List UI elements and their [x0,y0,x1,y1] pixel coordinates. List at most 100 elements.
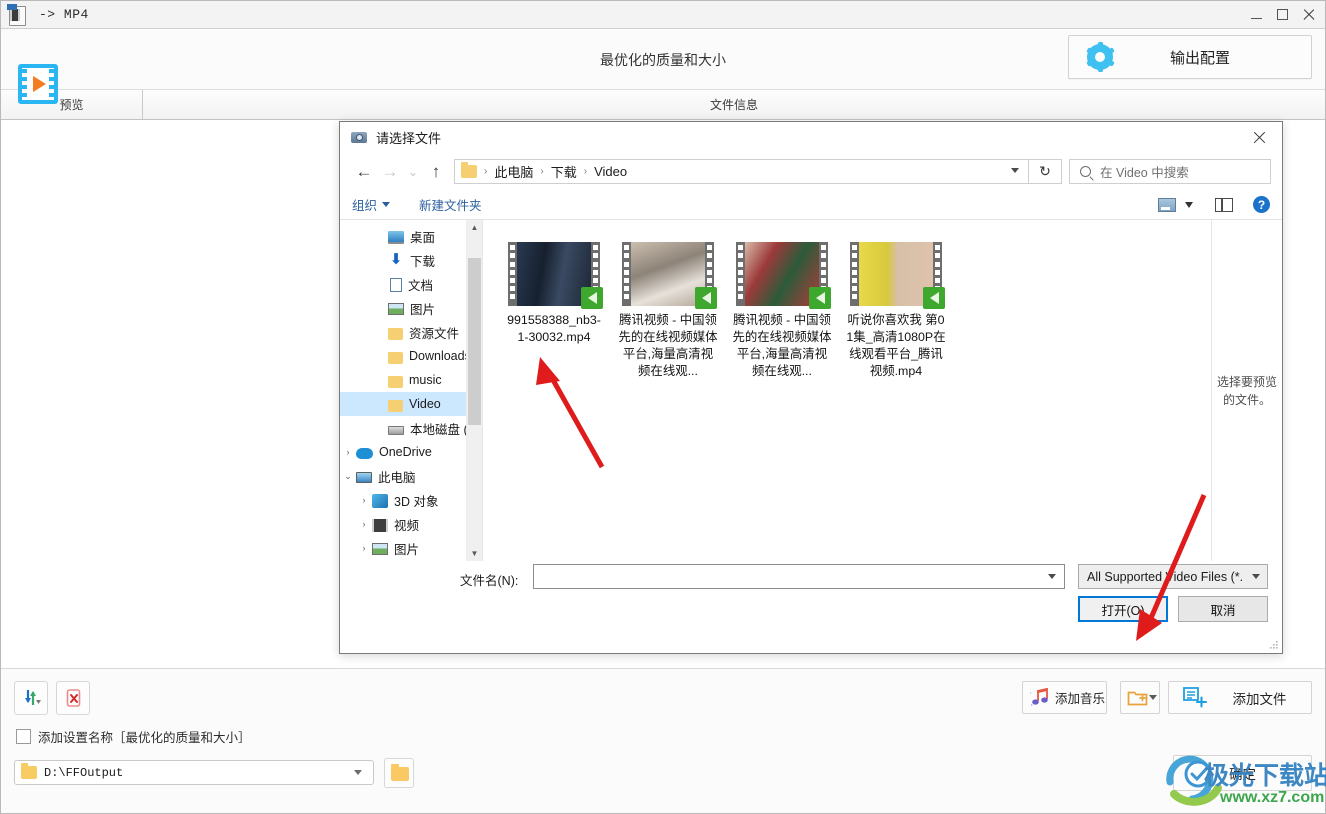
back-button[interactable]: ← [351,159,377,185]
dialog-close-button[interactable] [1236,122,1282,153]
film-perforations [508,242,517,306]
file-thumbnail [508,242,603,309]
minimize-button[interactable] [1243,2,1269,28]
close-button[interactable] [1295,2,1321,28]
tree-item-本地磁盘-C-[interactable]: 本地磁盘 (C:) [340,416,482,440]
dialog-footer: 文件名(N): All Supported Video Files (*. 打开… [340,561,1282,653]
recent-locations-button[interactable]: ⌄ [403,159,423,185]
tree-item-资源文件[interactable]: 资源文件📌 [340,320,482,344]
tree-item-label: music [409,373,442,387]
onedrive-icon [356,448,373,459]
breadcrumb[interactable]: › 此电脑 › 下载 › Video [454,159,1029,184]
output-path-value: D:\FFOutput [44,765,124,780]
filename-label: 文件名(N): [460,574,519,588]
scroll-down-arrow[interactable]: ▼ [467,546,482,561]
chevron-down-icon[interactable] [1185,201,1193,208]
dialog-toolbar: 组织 新建文件夹 ? [340,190,1282,219]
tab-fileinfo[interactable]: 文件信息 [143,90,1325,119]
search-input[interactable]: 在 Video 中搜索 [1069,159,1271,184]
dialog-titlebar: 请选择文件 [340,122,1282,153]
browse-output-folder-button[interactable] [384,758,414,788]
drive-icon [388,425,404,435]
file-thumbnail [622,242,717,309]
dialog-title: 请选择文件 [376,131,442,146]
breadcrumb-item-1[interactable]: 下载 [551,162,577,181]
help-icon[interactable]: ? [1253,196,1270,213]
tree-item-Video[interactable]: Video [340,392,482,416]
chevron-down-icon[interactable] [1011,168,1019,173]
chevron-down-icon[interactable] [1252,574,1260,579]
file-tile[interactable]: 991558388_nb3-1-30032.mp4 [497,242,611,380]
resize-grip-icon[interactable] [1267,638,1279,650]
up-button[interactable]: ↑ [423,159,449,185]
expand-arrow-icon[interactable]: › [356,543,372,553]
confirm-button[interactable]: 确定 [1173,755,1312,791]
open-button[interactable]: 打开(O) [1078,596,1168,622]
thumbnail-image [859,242,933,306]
sort-arrows-icon [25,690,41,705]
file-tile[interactable]: 听说你喜欢我 第01集_高清1080P在线观看平台_腾讯视频.mp4 [839,242,953,380]
view-layout-icon[interactable] [1158,197,1176,212]
tree-item-label: 文档 [408,278,434,293]
chevron-down-icon[interactable] [1149,695,1157,700]
breadcrumb-item-0[interactable]: 此电脑 [494,162,533,181]
file-open-dialog: 请选择文件 ← → ⌄ ↑ › 此电脑 › 下载 › Video ↻ 在 Vid… [339,121,1283,654]
breadcrumb-item-2[interactable]: Video [594,164,627,179]
tree-item-label: Downloads [409,349,471,363]
expand-arrow-icon[interactable]: › [340,447,356,457]
tree-item-3D-对象[interactable]: › 3D 对象 [340,488,482,512]
new-folder-button[interactable] [1120,681,1160,714]
film-play-icon [18,64,58,104]
folder-icon [388,399,403,412]
tree-scrollbar[interactable]: ▲ ▼ [466,220,482,561]
sort-button[interactable] [14,681,48,715]
folder-icon [461,162,477,178]
expand-arrow-icon[interactable]: ⌄ [340,471,356,482]
tree-item-此电脑[interactable]: ⌄ 此电脑 [340,464,482,488]
tree-item-桌面[interactable]: 桌面📌 [340,224,482,248]
filetype-value: All Supported Video Files (*. [1087,569,1244,584]
organize-menu[interactable]: 组织 [352,195,391,214]
tree-item-图片[interactable]: 图片📌 [340,296,482,320]
expand-arrow-icon[interactable]: › [356,519,372,529]
new-folder-menu[interactable]: 新建文件夹 [419,195,482,214]
maximize-button[interactable] [1269,2,1295,28]
refresh-button[interactable]: ↻ [1029,159,1062,184]
file-name-label: 腾讯视频 - 中国领先的在线视频媒体平台,海量高清视频在线观... [618,313,718,378]
music-note-icon [1029,687,1048,706]
chevron-down-icon[interactable] [354,770,362,775]
output-path-combobox[interactable]: D:\FFOutput [14,760,374,785]
filename-input[interactable] [533,564,1065,589]
file-tile[interactable]: 腾讯视频 - 中国领先的在线视频媒体平台,海量高清视频在线观... [611,242,725,380]
thumbnail-image [745,242,819,306]
tree-item-Downloads[interactable]: Downloads [340,344,482,368]
tree-item-label: 资源文件 [409,326,460,341]
tree-item-图片[interactable]: › 图片 [340,536,482,560]
tree-item-视频[interactable]: › 视频 [340,512,482,536]
folder-icon [388,351,403,364]
filetype-combobox[interactable]: All Supported Video Files (*. [1078,564,1268,589]
confirm-label: 确定 [1229,767,1256,782]
breadcrumb-separator: › [583,166,588,177]
preview-pane-icon[interactable] [1215,197,1233,212]
chevron-down-icon[interactable] [1048,574,1056,579]
tree-item-OneDrive[interactable]: › OneDrive [340,440,482,464]
window-controls [1243,1,1321,28]
file-thumbnail [736,242,831,309]
expand-arrow-icon[interactable]: › [356,495,372,505]
tree-item-下载[interactable]: ⬇下载📌 [340,248,482,272]
add-setting-name-checkbox[interactable] [16,729,31,744]
output-config-button[interactable]: 输出配置 [1068,35,1312,79]
green-player-icon [581,287,603,309]
tree-item-文档[interactable]: 文档📌 [340,272,482,296]
tree-item-music[interactable]: music [340,368,482,392]
cancel-button[interactable]: 取消 [1178,596,1268,622]
add-file-button[interactable]: 添加文件 [1168,681,1312,714]
camera-icon [351,130,367,145]
scroll-up-arrow[interactable]: ▲ [467,220,482,235]
add-setting-name-row[interactable]: 添加设置名称［最优化的质量和大小］ [16,727,251,746]
add-music-button[interactable]: 添加音乐 [1022,681,1107,714]
file-tile[interactable]: 腾讯视频 - 中国领先的在线视频媒体平台,海量高清视频在线观... [725,242,839,380]
clear-list-button[interactable] [56,681,90,715]
scrollbar-thumb[interactable] [468,258,481,425]
